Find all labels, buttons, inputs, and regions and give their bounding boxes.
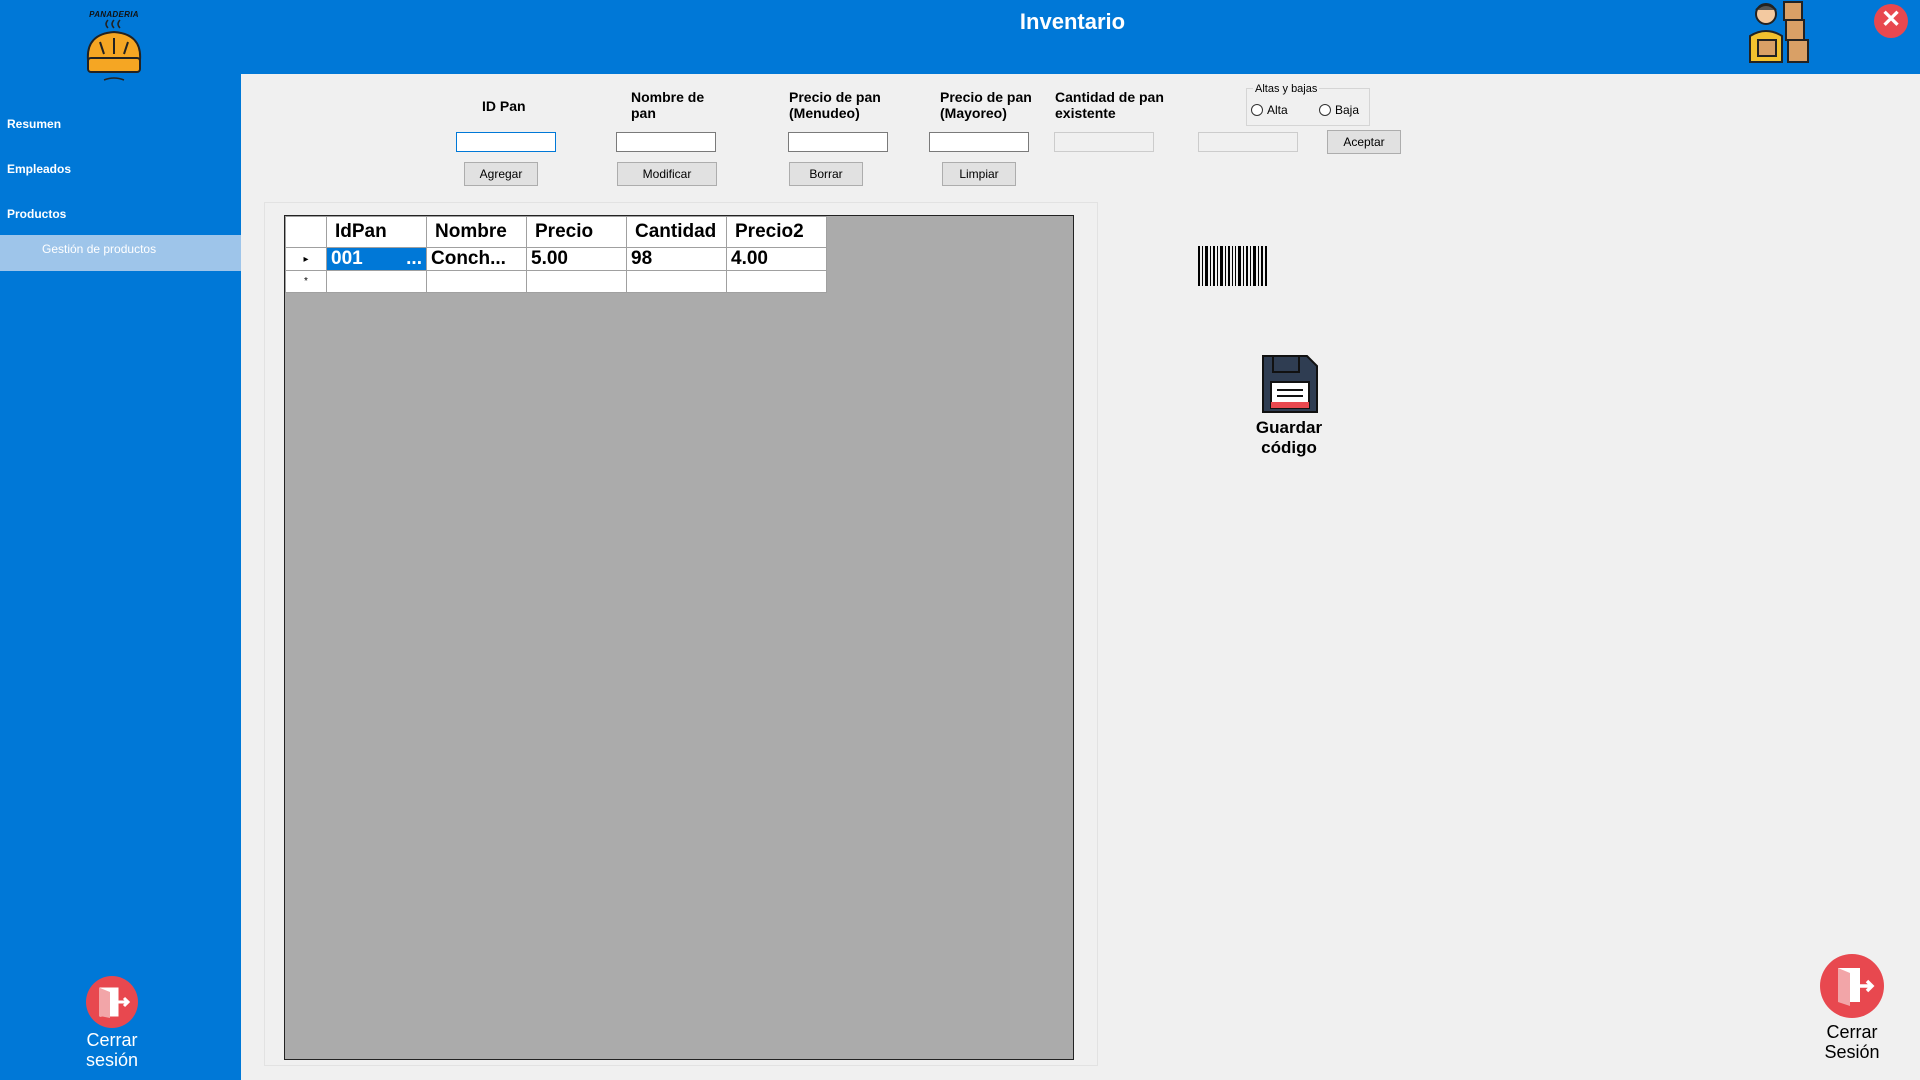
sidebar-logout-button[interactable]: Cerrar sesión — [82, 976, 142, 1070]
cell-idpan-value: 001 — [331, 248, 363, 269]
label-cantidad-existente: Cantidad de pan existente — [1055, 89, 1164, 121]
main-logout-label-line1: Cerrar — [1826, 1022, 1878, 1042]
new-row-marker[interactable]: * — [285, 270, 327, 293]
row-marker[interactable]: ▸ — [285, 247, 327, 271]
column-header-cantidad[interactable]: Cantidad — [626, 216, 727, 248]
borrar-button[interactable]: Borrar — [789, 162, 863, 186]
column-header-nombre[interactable]: Nombre — [426, 216, 527, 248]
title-bar: Inventario ✕ — [0, 0, 1920, 74]
cell-idpan[interactable]: 001... — [326, 247, 427, 271]
modificar-button[interactable]: Modificar — [617, 162, 717, 186]
aceptar-button[interactable]: Aceptar — [1327, 130, 1401, 154]
main-logout-button[interactable]: Cerrar Sesión — [1812, 954, 1892, 1062]
bakery-logo: PANADERIA — [80, 8, 148, 84]
barcode-image — [1198, 246, 1268, 286]
radio-baja-label: Baja — [1335, 103, 1360, 117]
precio-mayoreo-input[interactable] — [929, 132, 1029, 152]
altas-bajas-group: Altas y bajas Alta Baja — [1246, 83, 1370, 126]
radio-alta[interactable]: Alta — [1251, 103, 1288, 117]
new-cell-idpan[interactable] — [326, 270, 427, 293]
logout-icon — [1820, 954, 1884, 1018]
column-header-precio[interactable]: Precio — [526, 216, 627, 248]
column-header-idpan[interactable]: IdPan — [326, 216, 427, 248]
sidebar-subitem-gestion-productos[interactable]: Gestión de productos — [0, 235, 241, 271]
guardar-codigo-label: Guardar código — [1255, 418, 1323, 457]
cell-idpan-overflow: ... — [406, 248, 422, 269]
cantidad-existente-input[interactable] — [1054, 132, 1154, 152]
table-new-row[interactable]: * — [285, 270, 827, 293]
window-title: Inventario — [1019, 9, 1126, 34]
radio-alta-circle[interactable] — [1251, 104, 1263, 116]
column-header-precio2[interactable]: Precio2 — [726, 216, 827, 248]
radio-baja[interactable]: Baja — [1319, 103, 1359, 117]
close-button[interactable]: ✕ — [1874, 4, 1908, 38]
label-precio-mayoreo: Precio de pan (Mayoreo) — [940, 89, 1032, 121]
limpiar-button[interactable]: Limpiar — [942, 162, 1016, 186]
sidebar: PANADERIA Resumen Empleados Productos Ge… — [0, 0, 241, 1080]
table-row[interactable]: ▸ 001... Conch... 5.00 98 4.00 — [285, 247, 827, 271]
logout-icon — [86, 976, 138, 1028]
table-header-row: IdPan Nombre Precio Cantidad Precio2 — [285, 216, 827, 248]
warehouse-worker-icon — [1744, 0, 1810, 66]
ajuste-cantidad-input[interactable] — [1198, 132, 1298, 152]
guardar-codigo-button[interactable]: Guardar código — [1227, 352, 1351, 458]
sidebar-item-productos[interactable]: Productos — [7, 207, 66, 221]
sidebar-item-resumen[interactable]: Resumen — [7, 117, 61, 131]
floppy-disk-icon — [1257, 352, 1321, 416]
label-nombre-pan: Nombre de pan — [631, 89, 705, 121]
row-header-corner — [285, 216, 327, 248]
new-cell-precio2[interactable] — [726, 270, 827, 293]
agregar-button[interactable]: Agregar — [464, 162, 538, 186]
label-id-pan: ID Pan — [482, 98, 526, 114]
sidebar-logout-label: Cerrar sesión — [85, 1030, 139, 1070]
sidebar-item-empleados[interactable]: Empleados — [7, 162, 71, 176]
main-logout-label-line2: Sesión — [1824, 1042, 1880, 1062]
products-table: IdPan Nombre Precio Cantidad Precio2 ▸ 0… — [285, 216, 827, 293]
cell-precio[interactable]: 5.00 — [526, 247, 627, 271]
nombre-pan-input[interactable] — [616, 132, 716, 152]
cell-nombre[interactable]: Conch... — [426, 247, 527, 271]
new-cell-cantidad[interactable] — [626, 270, 727, 293]
label-precio-menudeo: Precio de pan (Menudeo) — [789, 89, 881, 121]
new-cell-precio[interactable] — [526, 270, 627, 293]
id-pan-input[interactable] — [456, 132, 556, 152]
precio-menudeo-input[interactable] — [788, 132, 888, 152]
cell-precio2[interactable]: 4.00 — [726, 247, 827, 271]
products-datagrid[interactable]: IdPan Nombre Precio Cantidad Precio2 ▸ 0… — [284, 215, 1074, 1060]
radio-baja-circle[interactable] — [1319, 104, 1331, 116]
radio-alta-label: Alta — [1267, 103, 1288, 117]
altas-bajas-title: Altas y bajas — [1253, 83, 1320, 95]
new-cell-nombre[interactable] — [426, 270, 527, 293]
cell-cantidad[interactable]: 98 — [626, 247, 727, 271]
